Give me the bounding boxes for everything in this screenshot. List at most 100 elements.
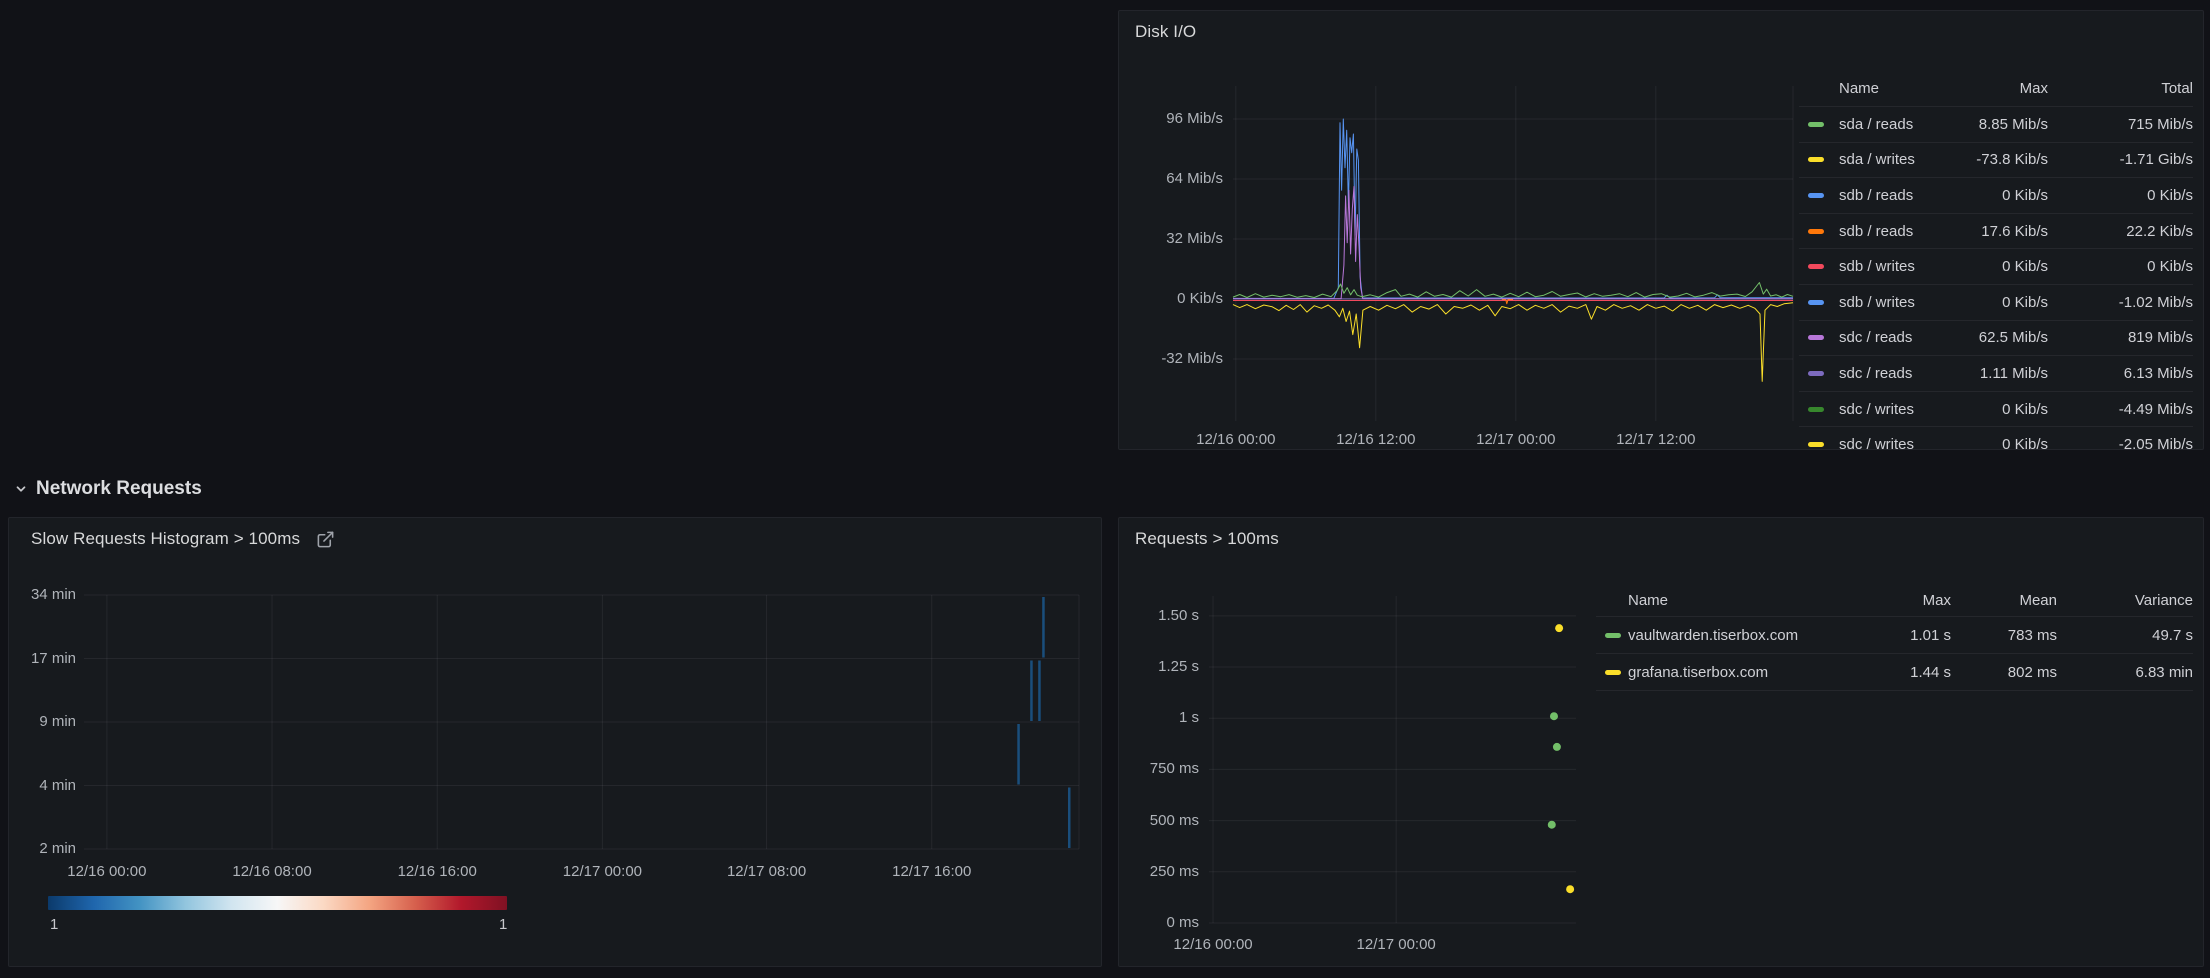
x-axis-tick-label: 12/17 00:00 bbox=[1446, 431, 1586, 449]
legend-name: sdc / writes bbox=[1839, 436, 1918, 450]
scatter-point[interactable] bbox=[1553, 743, 1561, 751]
legend-swatch-cell bbox=[1799, 157, 1839, 162]
legend-row[interactable]: sdc / reads1.11 Mib/s6.13 Mib/s bbox=[1799, 355, 2193, 391]
legend-total: -4.49 Mib/s bbox=[2048, 401, 2193, 418]
legend-swatch-cell bbox=[1799, 335, 1839, 340]
y-axis-tick-label: 32 Mib/s bbox=[1119, 230, 1223, 248]
legend-total: 0 Kib/s bbox=[2048, 187, 2193, 204]
panel-slow-requests-histogram: Slow Requests Histogram > 100ms 1 1 34 m… bbox=[8, 517, 1102, 967]
legend-name: sdc / writes bbox=[1839, 401, 1918, 418]
heatmap-cell[interactable] bbox=[1030, 661, 1033, 722]
legend-row[interactable]: grafana.tiserbox.com1.44 s802 ms6.83 min bbox=[1596, 653, 2193, 691]
legend-swatch-cell bbox=[1799, 407, 1839, 412]
legend-max: 0 Kib/s bbox=[1918, 436, 2048, 450]
requests-over-100ms-chart[interactable] bbox=[1209, 596, 1576, 923]
y-axis-tick-label: 250 ms bbox=[1119, 863, 1199, 881]
y-axis-tick-label: 1 s bbox=[1119, 709, 1199, 727]
heatmap-colorbar bbox=[48, 896, 507, 910]
disk-io-chart[interactable] bbox=[1233, 86, 1793, 421]
scatter-point[interactable] bbox=[1548, 821, 1556, 829]
legend-header-max[interactable]: Max bbox=[1918, 80, 2048, 97]
external-link-icon[interactable] bbox=[316, 530, 335, 549]
legend-swatch-cell bbox=[1799, 300, 1839, 305]
x-axis-tick-label: 12/16 16:00 bbox=[367, 863, 507, 881]
x-axis-tick-label: 12/16 12:00 bbox=[1306, 431, 1446, 449]
series-color-swatch-icon bbox=[1808, 407, 1824, 412]
grafana-dashboard: Disk I/O NameMaxTotalsda / reads8.85 Mib… bbox=[0, 0, 2210, 978]
legend-total: 6.13 Mib/s bbox=[2048, 365, 2193, 382]
slow-requests-title-row: Slow Requests Histogram > 100ms bbox=[9, 518, 1101, 560]
legend-header-mean[interactable]: Mean bbox=[1951, 592, 2057, 609]
legend-swatch-cell bbox=[1799, 371, 1839, 376]
slow-requests-panel-title[interactable]: Slow Requests Histogram > 100ms bbox=[31, 529, 300, 549]
legend-row[interactable]: vaultwarden.tiserbox.com1.01 s783 ms49.7… bbox=[1596, 616, 2193, 653]
x-axis-tick-label: 12/17 12:00 bbox=[1586, 431, 1726, 449]
legend-name: sdb / reads bbox=[1839, 223, 1918, 240]
y-axis-tick-label: 1.25 s bbox=[1119, 658, 1199, 676]
legend-total: -1.02 Mib/s bbox=[2048, 294, 2193, 311]
x-axis-tick-label: 12/16 00:00 bbox=[37, 863, 177, 881]
x-axis-tick-label: 12/17 00:00 bbox=[532, 863, 672, 881]
y-axis-tick-label: 96 Mib/s bbox=[1119, 110, 1223, 128]
legend-name: sdc / reads bbox=[1839, 365, 1918, 382]
legend-row[interactable]: sdb / reads0 Kib/s0 Kib/s bbox=[1799, 177, 2193, 213]
heatmap-cell[interactable] bbox=[1068, 788, 1071, 849]
slow-requests-histogram-chart[interactable] bbox=[84, 595, 1079, 849]
legend-name: sdb / writes bbox=[1839, 294, 1918, 311]
legend-name: sda / reads bbox=[1839, 116, 1918, 133]
legend-total: -2.05 Mib/s bbox=[2048, 436, 2193, 450]
legend-mean: 783 ms bbox=[1951, 627, 2057, 644]
legend-row[interactable]: sdc / reads62.5 Mib/s819 Mib/s bbox=[1799, 320, 2193, 356]
y-axis-tick-label: 2 min bbox=[9, 840, 76, 858]
scatter-point[interactable] bbox=[1555, 624, 1563, 632]
disk-io-legend: NameMaxTotal sda / reads8.85 Mib/s715 Mib… bbox=[1799, 71, 2193, 449]
legend-header-total[interactable]: Total bbox=[2048, 80, 2193, 97]
heatmap-cell[interactable] bbox=[1042, 597, 1045, 658]
requests-panel-title[interactable]: Requests > 100ms bbox=[1135, 529, 1279, 549]
series-color-swatch-icon bbox=[1808, 229, 1824, 234]
heatmap-cell[interactable] bbox=[1017, 724, 1020, 785]
legend-variance: 49.7 s bbox=[2057, 627, 2193, 644]
legend-row[interactable]: sda / writes-73.8 Kib/s-1.71 Gib/s bbox=[1799, 142, 2193, 178]
series-color-swatch-icon bbox=[1808, 442, 1824, 447]
legend-row[interactable]: sda / reads8.85 Mib/s715 Mib/s bbox=[1799, 106, 2193, 142]
panel-disk-io: Disk I/O NameMaxTotal sda / reads8.85 Mib… bbox=[1118, 10, 2204, 450]
disk-io-title-row: Disk I/O bbox=[1119, 11, 2203, 53]
legend-header-name[interactable]: Name bbox=[1628, 592, 1839, 609]
series-color-swatch-icon bbox=[1808, 335, 1824, 340]
section-network-requests[interactable]: Network Requests bbox=[14, 475, 202, 503]
y-axis-tick-label: 750 ms bbox=[1119, 760, 1199, 778]
legend-name: sda / writes bbox=[1839, 151, 1918, 168]
series-color-swatch-icon bbox=[1808, 122, 1824, 127]
legend-header-variance[interactable]: Variance bbox=[2057, 592, 2193, 609]
legend-header-max[interactable]: Max bbox=[1839, 592, 1951, 609]
legend-swatch-cell bbox=[1799, 229, 1839, 234]
scatter-point[interactable] bbox=[1566, 885, 1574, 893]
legend-row[interactable]: sdc / writes0 Kib/s-2.05 Mib/s bbox=[1799, 426, 2193, 450]
legend-max: 1.01 s bbox=[1839, 627, 1951, 644]
x-axis-tick-label: 12/16 00:00 bbox=[1166, 431, 1306, 449]
legend-row[interactable]: sdc / writes0 Kib/s-4.49 Mib/s bbox=[1799, 391, 2193, 427]
legend-swatch-cell bbox=[1799, 122, 1839, 127]
legend-row[interactable]: sdb / writes0 Kib/s0 Kib/s bbox=[1799, 248, 2193, 284]
y-axis-tick-label: 17 min bbox=[9, 650, 76, 668]
legend-max: 0 Kib/s bbox=[1918, 187, 2048, 204]
legend-swatch-cell bbox=[1596, 633, 1628, 638]
legend-row[interactable]: sdb / reads17.6 Kib/s22.2 Kib/s bbox=[1799, 213, 2193, 249]
legend-max: -73.8 Kib/s bbox=[1918, 151, 2048, 168]
y-axis-tick-label: 500 ms bbox=[1119, 812, 1199, 830]
disk-io-panel-title[interactable]: Disk I/O bbox=[1135, 22, 1196, 42]
legend-variance: 6.83 min bbox=[2057, 664, 2193, 681]
legend-name: sdb / writes bbox=[1839, 258, 1918, 275]
colorbar-min-label: 1 bbox=[50, 916, 58, 933]
series-color-swatch-icon bbox=[1808, 371, 1824, 376]
scatter-point[interactable] bbox=[1550, 712, 1558, 720]
legend-header-name[interactable]: Name bbox=[1839, 80, 1918, 97]
x-axis-tick-label: 12/17 16:00 bbox=[862, 863, 1002, 881]
legend-swatch-cell bbox=[1799, 442, 1839, 447]
heatmap-cell[interactable] bbox=[1038, 661, 1041, 722]
legend-total: -1.71 Gib/s bbox=[2048, 151, 2193, 168]
legend-swatch-cell bbox=[1596, 670, 1628, 675]
legend-row[interactable]: sdb / writes0 Kib/s-1.02 Mib/s bbox=[1799, 284, 2193, 320]
legend-total: 715 Mib/s bbox=[2048, 116, 2193, 133]
